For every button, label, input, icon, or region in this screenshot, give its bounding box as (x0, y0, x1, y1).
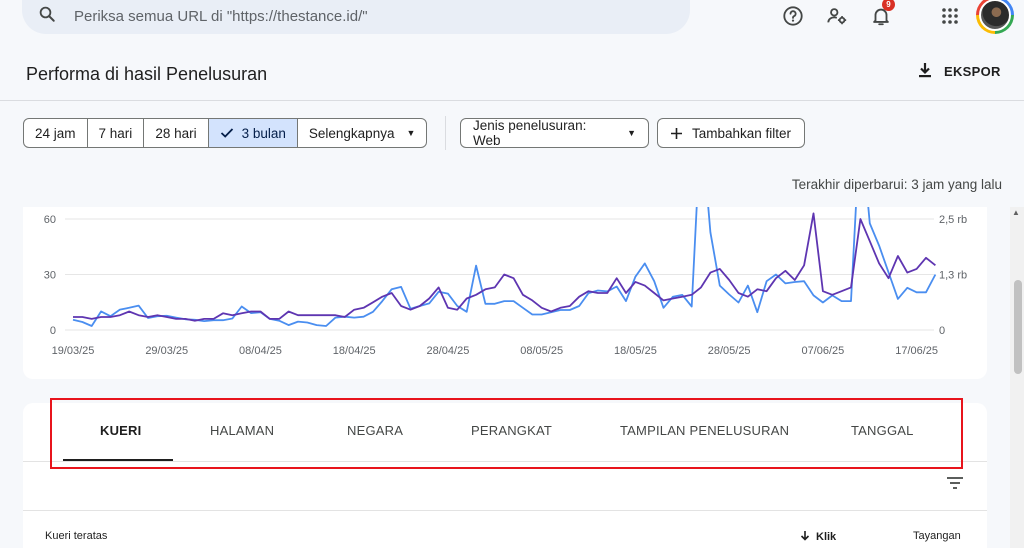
series-line-right-axis (72, 207, 937, 327)
notification-badge: 9 (882, 0, 895, 11)
y-right-tick-label: 0 (939, 325, 945, 337)
filter-separator (445, 116, 446, 150)
page-scrollbar[interactable] (1010, 207, 1024, 548)
add-filter-button[interactable]: Tambahkan filter (657, 118, 805, 148)
filter-rows-icon[interactable] (946, 476, 964, 495)
x-tick-label: 29/03/25 (145, 345, 188, 357)
scrollbar-thumb[interactable] (1014, 280, 1022, 374)
range-more-dropdown[interactable]: Selengkapnya ▼ (298, 119, 426, 147)
download-icon (918, 62, 932, 81)
y-right-tick-label: 2,5 rb (939, 214, 967, 226)
column-header-impressions[interactable]: Tayangan (913, 530, 961, 542)
x-tick-label: 28/04/25 (427, 345, 470, 357)
header-divider (0, 100, 1024, 101)
series-line-left-axis (73, 212, 936, 322)
x-tick-label: 17/06/25 (895, 345, 938, 357)
apps-grid-icon[interactable] (937, 3, 963, 29)
x-tick-label: 19/03/25 (52, 345, 95, 357)
performance-chart[interactable]: 0 0 30 1,3 rb 60 2,5 rb 19/03/25 29/03/25 08/04/… (23, 207, 987, 379)
performance-chart-card: 0 0 30 1,3 rb 60 2,5 rb 19/03/25 29/03/25 08/04/… (23, 207, 987, 379)
help-icon[interactable] (780, 3, 806, 29)
y-left-tick-label: 0 (50, 325, 56, 337)
check-icon (220, 127, 234, 139)
page-title: Performa di hasil Penelusuran (26, 64, 268, 84)
plus-icon (670, 127, 683, 140)
avatar[interactable] (976, 0, 1014, 34)
column-header-clicks[interactable]: Klik (800, 530, 836, 544)
x-tick-label: 08/04/25 (239, 345, 282, 357)
sort-down-arrow-icon (800, 530, 810, 544)
y-left-tick-label: 30 (44, 270, 56, 282)
y-left-tick-label: 60 (44, 214, 56, 226)
caret-down-icon: ▼ (406, 128, 416, 138)
user-settings-icon[interactable] (824, 3, 850, 29)
export-button[interactable]: EKSPOR (918, 62, 1001, 81)
x-tick-label: 28/05/25 (708, 345, 751, 357)
range-7d[interactable]: 7 hari (88, 119, 145, 147)
x-tick-label: 08/05/25 (520, 345, 563, 357)
export-label: EKSPOR (944, 64, 1001, 79)
range-28d[interactable]: 28 hari (144, 119, 209, 147)
x-tick-label: 18/05/25 (614, 345, 657, 357)
x-tick-label: 18/04/25 (333, 345, 376, 357)
search-icon (38, 5, 56, 28)
last-updated-text: Terakhir diperbarui: 3 jam yang lalu (791, 177, 1002, 192)
highlight-box (50, 398, 963, 469)
caret-down-icon: ▼ (627, 128, 636, 138)
search-input[interactable]: Periksa semua URL di "https://thestance.… (74, 8, 368, 25)
range-24h[interactable]: 24 jam (24, 119, 88, 147)
table-title: Kueri teratas (45, 530, 108, 542)
y-right-tick-label: 1,3 rb (939, 270, 967, 282)
table-toolbar-divider (23, 510, 987, 511)
x-tick-label: 07/06/25 (801, 345, 844, 357)
top-bar: Periksa semua URL di "https://thestance.… (0, 0, 1024, 40)
notifications-icon[interactable]: 9 (868, 0, 895, 29)
date-range-selector: 24 jam 7 hari 28 hari 3 bulan Selengkapn… (23, 118, 428, 148)
range-3m[interactable]: 3 bulan (208, 119, 298, 147)
search-type-filter[interactable]: Jenis penelusuran: Web ▼ (460, 118, 649, 148)
scroll-up-arrow-icon[interactable]: ▲ (1012, 208, 1020, 217)
url-inspection-search[interactable]: Periksa semua URL di "https://thestance.… (22, 0, 690, 34)
